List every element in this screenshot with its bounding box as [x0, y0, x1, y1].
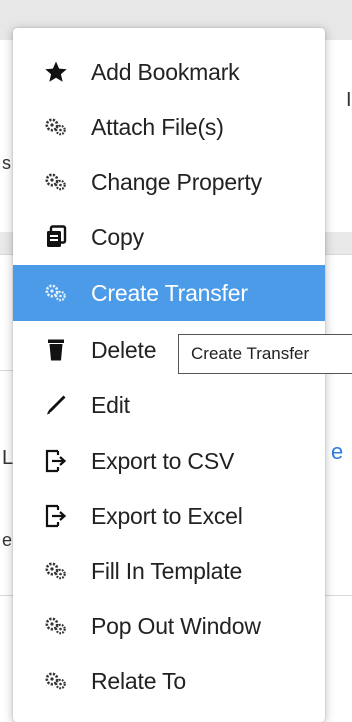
menu-item-label: Attach File(s) — [91, 113, 224, 140]
gears-icon — [43, 558, 69, 584]
app-stage: s L e I e Add Bookmark Attach File(s) Ch… — [0, 0, 352, 722]
menu-item-label: Delete — [91, 336, 157, 363]
menu-item-export-to-csv[interactable]: Export to CSV — [13, 439, 325, 483]
star-icon — [43, 59, 69, 85]
background-text-fragment: L — [2, 447, 14, 469]
menu-item-change-property[interactable]: Change Property — [13, 160, 325, 204]
tooltip-text: Create Transfer — [191, 344, 310, 363]
menu-item-label: Add Bookmark — [91, 58, 240, 85]
menu-item-edit[interactable]: Edit — [13, 383, 325, 427]
background-text-fragment: I — [346, 89, 352, 111]
menu-item-label: Export to CSV — [91, 447, 235, 474]
tooltip: Create Transfer — [178, 334, 352, 374]
menu-item-copy[interactable]: Copy — [13, 215, 325, 259]
pencil-icon — [43, 392, 69, 418]
copy-icon — [43, 224, 69, 250]
gears-icon — [43, 114, 69, 140]
menu-item-label: Relate To — [91, 667, 186, 694]
gears-icon — [43, 668, 69, 694]
menu-item-relate-to[interactable]: Relate To — [13, 659, 325, 703]
menu-item-label: Change Property — [91, 168, 262, 195]
menu-item-label: Edit — [91, 391, 130, 418]
menu-item-pop-out-window[interactable]: Pop Out Window — [13, 604, 325, 648]
menu-item-label: Export to Excel — [91, 502, 243, 529]
menu-item-label: Pop Out Window — [91, 612, 261, 639]
gears-icon — [43, 613, 69, 639]
menu-item-label: Fill In Template — [91, 557, 243, 584]
gears-icon — [43, 280, 69, 306]
menu-item-export-to-excel[interactable]: Export to Excel — [13, 494, 325, 538]
context-menu: Add Bookmark Attach File(s) Change Prope… — [13, 28, 325, 722]
export-icon — [43, 448, 69, 474]
trash-icon — [43, 337, 69, 363]
export-icon — [43, 503, 69, 529]
background-text-fragment: e — [2, 530, 13, 550]
menu-item-label: Copy — [91, 223, 144, 250]
menu-item-attach-files[interactable]: Attach File(s) — [13, 105, 325, 149]
background-link-fragment: e — [331, 439, 344, 464]
menu-item-add-bookmark[interactable]: Add Bookmark — [13, 50, 325, 94]
menu-item-fill-in-template[interactable]: Fill In Template — [13, 549, 325, 593]
gears-icon — [43, 169, 69, 195]
background-text-fragment: s — [2, 153, 11, 173]
menu-item-create-transfer[interactable]: Create Transfer — [13, 265, 325, 321]
menu-item-label: Create Transfer — [91, 279, 248, 306]
